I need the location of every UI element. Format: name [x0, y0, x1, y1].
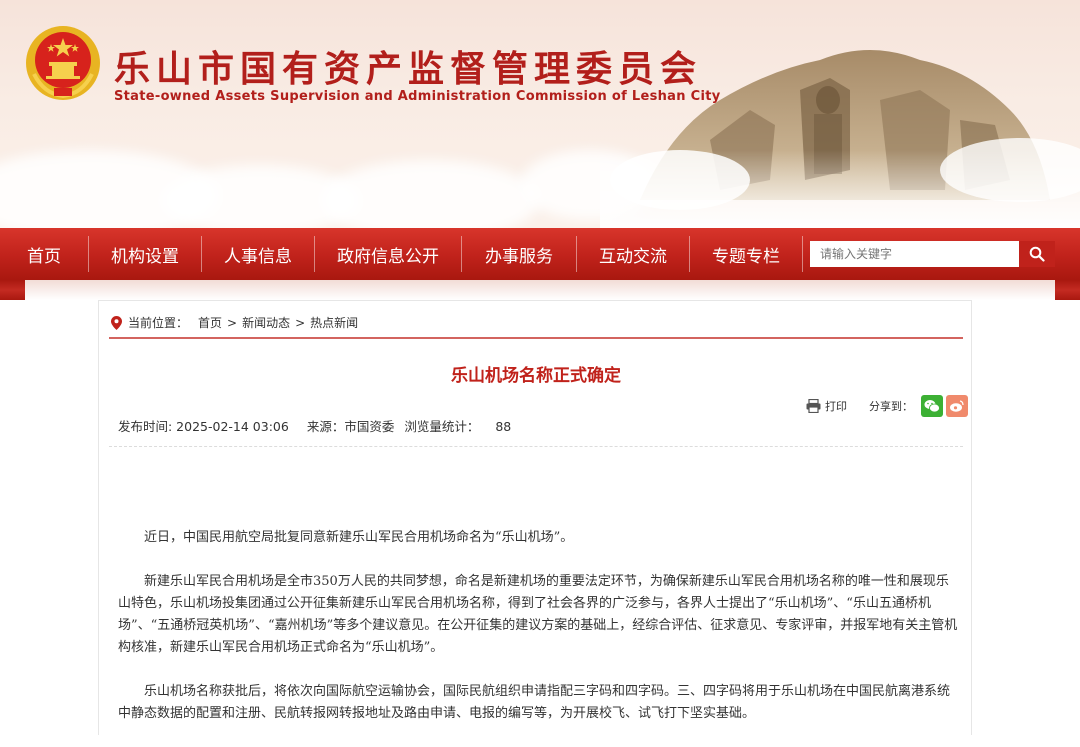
breadcrumb-divider [109, 337, 963, 339]
print-label: 打印 [825, 400, 847, 413]
national-emblem-icon [26, 26, 100, 100]
nav-item-gov-info[interactable]: 政府信息公开 [315, 242, 461, 267]
breadcrumb-home[interactable]: 首页 [198, 314, 222, 331]
location-pin-icon [111, 315, 122, 330]
breadcrumb-separator: > [295, 315, 306, 330]
header-banner: 乐山市国有资产监督管理委员会 State-owned Assets Superv… [0, 0, 1080, 228]
publish-time: 发布时间: 2025-02-14 03:06 [118, 419, 289, 434]
article-body: 近日，中国民用航空局批复同意新建乐山军民合用机场命名为“乐山机场”。 新建乐山军… [118, 527, 958, 747]
share-label: 分享到： [869, 400, 913, 413]
article-source: 来源：市国资委 [306, 419, 395, 434]
weibo-share-button[interactable] [946, 395, 968, 417]
wechat-share-button[interactable] [921, 395, 943, 417]
breadcrumb-separator: > [227, 315, 238, 330]
article-paragraph: 近日，中国民用航空局批复同意新建乐山军民合用机场命名为“乐山机场”。 [144, 530, 574, 545]
search-button[interactable] [1019, 241, 1055, 267]
article-title: 乐山机场名称正式确定 [451, 366, 621, 386]
meta-divider [109, 446, 963, 447]
article-tools: 打印 分享到： [806, 395, 971, 417]
article-meta: 发布时间: 2025-02-14 03:06 来源：市国资委 浏览量统计： 88 [118, 416, 525, 435]
nav-item-home[interactable]: 首页 [0, 242, 88, 267]
article-paragraph: 新建乐山军民合用机场是全市350万人民的共同梦想，命名是新建机场的重要法定环节，… [118, 574, 958, 655]
nav-item-organization[interactable]: 机构设置 [89, 242, 201, 267]
breadcrumb-label: 当前位置： [128, 316, 189, 330]
breadcrumb-news[interactable]: 新闻动态 [242, 314, 290, 331]
nav-divider [802, 236, 803, 272]
nav-item-interaction[interactable]: 互动交流 [577, 242, 689, 267]
weibo-icon [950, 400, 964, 412]
main-nav: 首页 机构设置 人事信息 政府信息公开 办事服务 互动交流 专题专栏 [0, 228, 1080, 280]
article-paragraph: 乐山机场名称获批后，将依次向国际航空运输协会，国际民航组织申请指配三字码和四字码… [118, 684, 951, 721]
print-button[interactable]: 打印 [806, 398, 847, 414]
nav-item-services[interactable]: 办事服务 [462, 242, 576, 267]
site-title: 乐山市国有资产监督管理委员会 [114, 48, 703, 90]
nav-bottom-inner [25, 280, 1055, 300]
printer-icon [806, 399, 821, 413]
views-label: 浏览量统计： [404, 419, 480, 434]
site-subtitle: State-owned Assets Supervision and Admin… [114, 89, 721, 104]
breadcrumb-hot-news[interactable]: 热点新闻 [310, 314, 358, 331]
search-icon [1029, 246, 1045, 262]
nav-item-personnel[interactable]: 人事信息 [202, 242, 314, 267]
nav-item-special[interactable]: 专题专栏 [690, 242, 802, 267]
breadcrumb: 当前位置： 首页 > 新闻动态 > 热点新闻 [111, 314, 358, 331]
article-container: 当前位置： 首页 > 新闻动态 > 热点新闻 乐山机场名称正式确定 打印 分享到… [98, 300, 972, 735]
cloud-decoration [320, 160, 540, 228]
wechat-icon [924, 400, 940, 413]
views-count: 88 [495, 419, 512, 434]
search-input[interactable] [810, 241, 1019, 267]
